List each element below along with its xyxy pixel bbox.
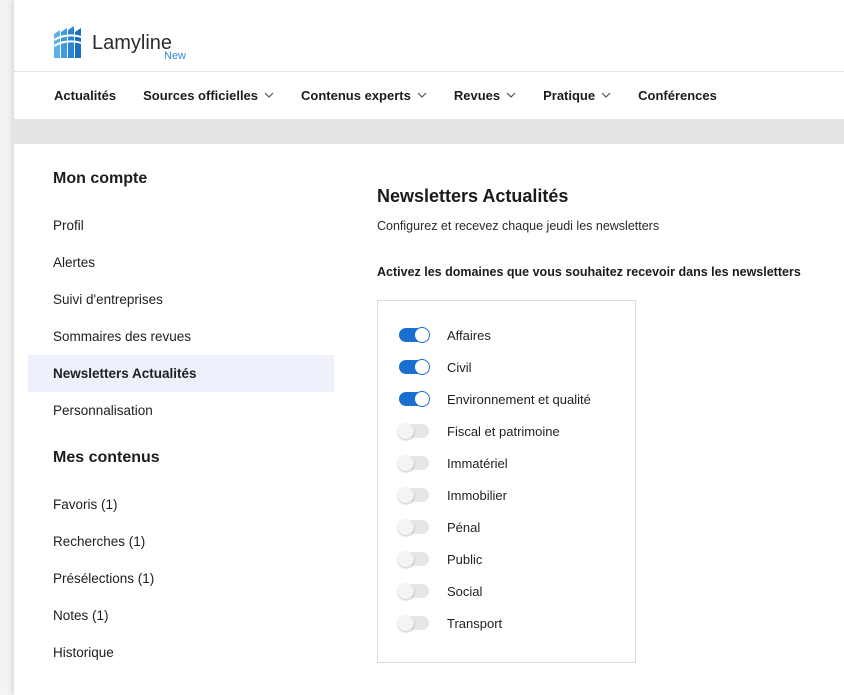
nav-item-actualites[interactable]: Actualités (54, 88, 116, 103)
brand-bar: Lamyline New (14, 0, 844, 72)
toggle-label: Civil (447, 359, 472, 375)
main-content: Newsletters Actualités Configurez et rec… (377, 186, 837, 663)
toggle-switch[interactable] (398, 583, 429, 599)
toggle-switch[interactable] (399, 391, 430, 407)
sidebar-item-recherches-1[interactable]: Recherches (1) (28, 523, 334, 560)
app-window: Lamyline New Actualités Sources officiell… (14, 0, 844, 695)
sidebar-item-favoris-1[interactable]: Favoris (1) (28, 486, 334, 523)
toggle-knob (398, 519, 414, 535)
toggle-label: Transport (447, 615, 503, 631)
nav-item-revues[interactable]: Revues (454, 88, 516, 103)
toggle-label: Immatériel (447, 455, 508, 471)
toggle-knob (398, 615, 414, 631)
toggle-switch[interactable] (398, 519, 429, 535)
sidebar: Mon compte Profil Alertes Suivi d'entrepri… (28, 170, 334, 671)
nav-item-sources-officielles[interactable]: Sources officielles (143, 88, 274, 103)
nav-item-label: Contenus experts (301, 88, 411, 103)
domain-toggle-row-public[interactable]: Public (398, 543, 635, 575)
toggle-knob (398, 455, 414, 471)
toggle-label: Social (447, 583, 483, 599)
domains-instruction: Activez les domaines que vous souhaitez … (377, 265, 801, 279)
domain-toggle-row-immobilier[interactable]: Immobilier (398, 479, 635, 511)
domain-toggle-row-penal[interactable]: Pénal (398, 511, 635, 543)
domain-toggle-row-transport[interactable]: Transport (398, 607, 635, 639)
nav-item-label: Revues (453, 88, 501, 103)
sidebar-item-notes-1[interactable]: Notes (1) (28, 597, 334, 634)
account-heading: Mon compte (53, 170, 148, 187)
domain-toggle-row-fiscal-et-patrimoine[interactable]: Fiscal et patrimoine (398, 415, 635, 447)
sidebar-item-personnalisation[interactable]: Personnalisation (28, 392, 334, 429)
lamyline-logo-icon (53, 26, 85, 58)
sidebar-item-profil[interactable]: Profil (28, 207, 334, 244)
brand-name: Lamyline (92, 32, 173, 54)
chevron-down-icon (417, 90, 427, 101)
toggle-knob (414, 327, 430, 343)
toggle-switch[interactable] (399, 327, 430, 343)
toggle-label: Pénal (447, 519, 481, 535)
sidebar-item-sommaires-des-revues[interactable]: Sommaires des revues (28, 318, 334, 355)
nav-item-conferences[interactable]: Conférences (638, 88, 717, 103)
toggle-knob (414, 359, 430, 375)
sidebar-item-suivi-d-entreprises[interactable]: Suivi d'entreprises (28, 281, 334, 318)
content-menu: Favoris (1) Recherches (1) Présélections (… (28, 486, 334, 671)
domain-toggle-row-affaires[interactable]: Affaires (399, 319, 635, 351)
toggle-switch[interactable] (399, 359, 430, 375)
toggle-label: Public (447, 551, 483, 567)
toggle-switch[interactable] (398, 487, 429, 503)
nav-item-label: Sources officielles (143, 88, 259, 103)
domain-toggle-row-social[interactable]: Social (398, 575, 635, 607)
toggle-label: Fiscal et patrimoine (447, 423, 560, 439)
toggle-switch[interactable] (398, 551, 429, 567)
toggle-knob (398, 583, 414, 599)
toggle-label: Affaires (447, 327, 491, 343)
nav-item-label: Conférences (638, 88, 717, 103)
page-description: Configurez et recevez chaque jeudi les n… (377, 219, 660, 233)
brand-sub: New (164, 50, 187, 62)
chevron-down-icon (601, 90, 611, 101)
sidebar-item-historique[interactable]: Historique (28, 634, 334, 671)
sidebar-item-alertes[interactable]: Alertes (28, 244, 334, 281)
toggle-knob (414, 391, 430, 407)
nav-item-pratique[interactable]: Pratique (543, 88, 611, 103)
chevron-down-icon (506, 90, 516, 101)
toggle-knob (398, 487, 414, 503)
page-title: Newsletters Actualités (377, 186, 569, 206)
chevron-down-icon (264, 90, 274, 101)
domain-toggle-list: Affaires Civil Environnement et qualité Fis… (377, 300, 636, 663)
nav-item-label: Actualités (54, 88, 117, 103)
account-menu: Profil Alertes Suivi d'entreprises Sommaire… (28, 207, 334, 429)
toggle-knob (398, 551, 414, 567)
logo[interactable]: Lamyline (52, 24, 172, 60)
nav-item-label: Pratique (543, 88, 596, 103)
toggle-switch[interactable] (398, 455, 429, 471)
domain-toggle-row-immateriel[interactable]: Immatériel (398, 447, 635, 479)
toggle-label: Environnement et qualité (447, 391, 591, 407)
domain-toggle-row-environnement-et-qualite[interactable]: Environnement et qualité (399, 383, 635, 415)
sidebar-item-preselections-1[interactable]: Présélections (1) (28, 560, 334, 597)
main-nav: Actualités Sources officielles Contenus ex… (14, 72, 844, 120)
domain-toggle-row-civil[interactable]: Civil (399, 351, 635, 383)
toggle-switch[interactable] (398, 423, 429, 439)
grey-band (14, 120, 844, 144)
sidebar-item-newsletters-actualites[interactable]: Newsletters Actualités (28, 355, 334, 392)
toggle-knob (398, 423, 414, 439)
content-heading: Mes contenus (53, 449, 160, 466)
nav-item-contenus-experts[interactable]: Contenus experts (301, 88, 427, 103)
toggle-label: Immobilier (447, 487, 507, 503)
toggle-switch[interactable] (398, 615, 429, 631)
